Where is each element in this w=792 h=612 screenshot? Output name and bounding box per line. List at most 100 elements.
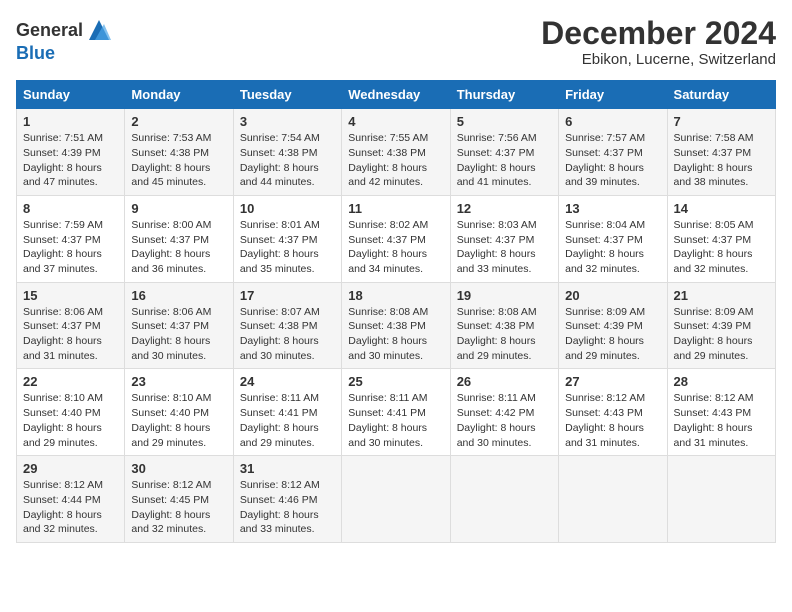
calendar-cell: 24 Sunrise: 8:11 AMSunset: 4:41 PMDaylig…	[233, 369, 341, 456]
day-info: Sunrise: 8:11 AMSunset: 4:42 PMDaylight:…	[457, 392, 536, 448]
day-number: 26	[457, 374, 552, 389]
day-number: 21	[674, 288, 769, 303]
day-info: Sunrise: 8:04 AMSunset: 4:37 PMDaylight:…	[565, 219, 645, 275]
day-info: Sunrise: 8:12 AMSunset: 4:46 PMDaylight:…	[240, 479, 320, 535]
calendar-cell: 11 Sunrise: 8:02 AMSunset: 4:37 PMDaylig…	[342, 195, 450, 282]
day-number: 28	[674, 374, 769, 389]
logo-blue-text: Blue	[16, 44, 113, 62]
day-info: Sunrise: 8:12 AMSunset: 4:45 PMDaylight:…	[131, 479, 211, 535]
day-number: 20	[565, 288, 660, 303]
day-header-friday: Friday	[559, 81, 667, 109]
day-info: Sunrise: 8:06 AMSunset: 4:37 PMDaylight:…	[131, 306, 211, 362]
day-info: Sunrise: 7:58 AMSunset: 4:37 PMDaylight:…	[674, 132, 754, 188]
day-number: 2	[131, 114, 226, 129]
calendar-cell	[450, 456, 558, 543]
day-info: Sunrise: 8:10 AMSunset: 4:40 PMDaylight:…	[131, 392, 211, 448]
logo-icon	[85, 16, 113, 44]
logo-general-text: General	[16, 21, 83, 39]
day-number: 5	[457, 114, 552, 129]
calendar-cell: 10 Sunrise: 8:01 AMSunset: 4:37 PMDaylig…	[233, 195, 341, 282]
day-info: Sunrise: 8:00 AMSunset: 4:37 PMDaylight:…	[131, 219, 211, 275]
day-number: 16	[131, 288, 226, 303]
calendar-week-2: 8 Sunrise: 7:59 AMSunset: 4:37 PMDayligh…	[17, 195, 776, 282]
day-info: Sunrise: 8:09 AMSunset: 4:39 PMDaylight:…	[565, 306, 645, 362]
day-header-sunday: Sunday	[17, 81, 125, 109]
day-number: 30	[131, 461, 226, 476]
calendar-week-3: 15 Sunrise: 8:06 AMSunset: 4:37 PMDaylig…	[17, 282, 776, 369]
calendar-cell: 29 Sunrise: 8:12 AMSunset: 4:44 PMDaylig…	[17, 456, 125, 543]
calendar-cell	[559, 456, 667, 543]
day-header-saturday: Saturday	[667, 81, 775, 109]
calendar-cell: 31 Sunrise: 8:12 AMSunset: 4:46 PMDaylig…	[233, 456, 341, 543]
day-number: 19	[457, 288, 552, 303]
calendar-week-1: 1 Sunrise: 7:51 AMSunset: 4:39 PMDayligh…	[17, 109, 776, 196]
day-info: Sunrise: 8:12 AMSunset: 4:43 PMDaylight:…	[674, 392, 754, 448]
calendar-cell: 21 Sunrise: 8:09 AMSunset: 4:39 PMDaylig…	[667, 282, 775, 369]
calendar-cell: 28 Sunrise: 8:12 AMSunset: 4:43 PMDaylig…	[667, 369, 775, 456]
day-info: Sunrise: 8:02 AMSunset: 4:37 PMDaylight:…	[348, 219, 428, 275]
day-number: 22	[23, 374, 118, 389]
calendar-cell: 7 Sunrise: 7:58 AMSunset: 4:37 PMDayligh…	[667, 109, 775, 196]
calendar-cell: 1 Sunrise: 7:51 AMSunset: 4:39 PMDayligh…	[17, 109, 125, 196]
day-number: 10	[240, 201, 335, 216]
day-number: 14	[674, 201, 769, 216]
day-info: Sunrise: 8:12 AMSunset: 4:43 PMDaylight:…	[565, 392, 645, 448]
month-title: December 2024	[541, 16, 776, 51]
calendar-week-4: 22 Sunrise: 8:10 AMSunset: 4:40 PMDaylig…	[17, 369, 776, 456]
day-info: Sunrise: 8:08 AMSunset: 4:38 PMDaylight:…	[457, 306, 537, 362]
calendar-cell: 19 Sunrise: 8:08 AMSunset: 4:38 PMDaylig…	[450, 282, 558, 369]
calendar-cell: 5 Sunrise: 7:56 AMSunset: 4:37 PMDayligh…	[450, 109, 558, 196]
day-info: Sunrise: 7:55 AMSunset: 4:38 PMDaylight:…	[348, 132, 428, 188]
day-number: 12	[457, 201, 552, 216]
day-number: 25	[348, 374, 443, 389]
day-info: Sunrise: 8:08 AMSunset: 4:38 PMDaylight:…	[348, 306, 428, 362]
calendar-cell: 15 Sunrise: 8:06 AMSunset: 4:37 PMDaylig…	[17, 282, 125, 369]
calendar-cell: 6 Sunrise: 7:57 AMSunset: 4:37 PMDayligh…	[559, 109, 667, 196]
calendar-cell: 20 Sunrise: 8:09 AMSunset: 4:39 PMDaylig…	[559, 282, 667, 369]
day-number: 4	[348, 114, 443, 129]
day-info: Sunrise: 7:51 AMSunset: 4:39 PMDaylight:…	[23, 132, 103, 188]
calendar-cell: 18 Sunrise: 8:08 AMSunset: 4:38 PMDaylig…	[342, 282, 450, 369]
logo: General Blue	[16, 16, 113, 62]
day-number: 1	[23, 114, 118, 129]
day-number: 23	[131, 374, 226, 389]
calendar-cell: 22 Sunrise: 8:10 AMSunset: 4:40 PMDaylig…	[17, 369, 125, 456]
location-title: Ebikon, Lucerne, Switzerland	[541, 51, 776, 68]
day-number: 27	[565, 374, 660, 389]
day-number: 11	[348, 201, 443, 216]
day-info: Sunrise: 8:11 AMSunset: 4:41 PMDaylight:…	[240, 392, 319, 448]
day-info: Sunrise: 8:11 AMSunset: 4:41 PMDaylight:…	[348, 392, 427, 448]
day-info: Sunrise: 8:07 AMSunset: 4:38 PMDaylight:…	[240, 306, 320, 362]
day-header-tuesday: Tuesday	[233, 81, 341, 109]
calendar-cell	[342, 456, 450, 543]
day-info: Sunrise: 7:53 AMSunset: 4:38 PMDaylight:…	[131, 132, 211, 188]
calendar-header-row: SundayMondayTuesdayWednesdayThursdayFrid…	[17, 81, 776, 109]
calendar-table: SundayMondayTuesdayWednesdayThursdayFrid…	[16, 80, 776, 543]
header: General Blue December 2024 Ebikon, Lucer…	[16, 16, 776, 68]
calendar-cell: 4 Sunrise: 7:55 AMSunset: 4:38 PMDayligh…	[342, 109, 450, 196]
calendar-cell: 9 Sunrise: 8:00 AMSunset: 4:37 PMDayligh…	[125, 195, 233, 282]
calendar-cell: 2 Sunrise: 7:53 AMSunset: 4:38 PMDayligh…	[125, 109, 233, 196]
day-number: 3	[240, 114, 335, 129]
calendar-cell: 30 Sunrise: 8:12 AMSunset: 4:45 PMDaylig…	[125, 456, 233, 543]
day-number: 17	[240, 288, 335, 303]
day-info: Sunrise: 8:12 AMSunset: 4:44 PMDaylight:…	[23, 479, 103, 535]
day-number: 8	[23, 201, 118, 216]
day-number: 31	[240, 461, 335, 476]
day-info: Sunrise: 8:05 AMSunset: 4:37 PMDaylight:…	[674, 219, 754, 275]
calendar-body: 1 Sunrise: 7:51 AMSunset: 4:39 PMDayligh…	[17, 109, 776, 543]
calendar-week-5: 29 Sunrise: 8:12 AMSunset: 4:44 PMDaylig…	[17, 456, 776, 543]
day-info: Sunrise: 7:57 AMSunset: 4:37 PMDaylight:…	[565, 132, 645, 188]
day-info: Sunrise: 8:06 AMSunset: 4:37 PMDaylight:…	[23, 306, 103, 362]
day-info: Sunrise: 7:59 AMSunset: 4:37 PMDaylight:…	[23, 219, 103, 275]
day-info: Sunrise: 7:54 AMSunset: 4:38 PMDaylight:…	[240, 132, 320, 188]
calendar-cell	[667, 456, 775, 543]
calendar-cell: 27 Sunrise: 8:12 AMSunset: 4:43 PMDaylig…	[559, 369, 667, 456]
calendar-cell: 25 Sunrise: 8:11 AMSunset: 4:41 PMDaylig…	[342, 369, 450, 456]
day-info: Sunrise: 8:01 AMSunset: 4:37 PMDaylight:…	[240, 219, 320, 275]
calendar-cell: 12 Sunrise: 8:03 AMSunset: 4:37 PMDaylig…	[450, 195, 558, 282]
day-header-monday: Monday	[125, 81, 233, 109]
day-number: 9	[131, 201, 226, 216]
title-area: December 2024 Ebikon, Lucerne, Switzerla…	[541, 16, 776, 68]
day-info: Sunrise: 8:09 AMSunset: 4:39 PMDaylight:…	[674, 306, 754, 362]
